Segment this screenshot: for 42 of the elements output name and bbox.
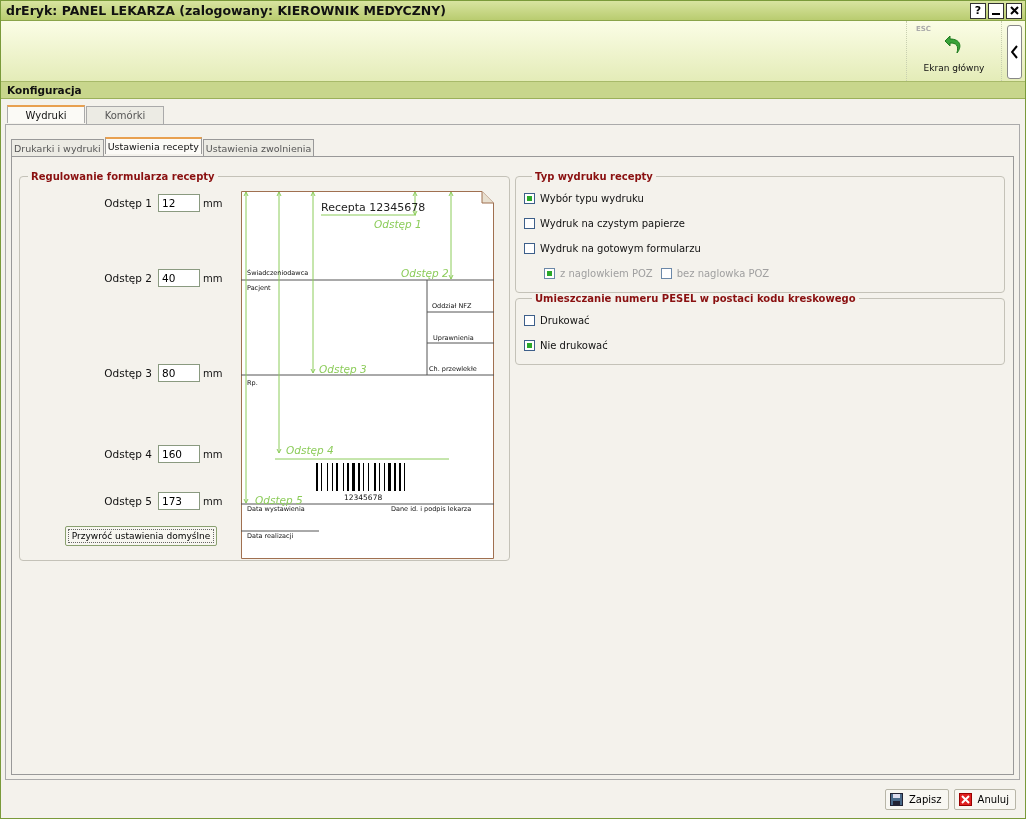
close-icon (1009, 6, 1019, 16)
cancel-button[interactable]: Anuluj (953, 788, 1016, 810)
tab[interactable]: Drukarki i wydruki (11, 139, 104, 156)
unit-label: mm (203, 367, 223, 379)
tab[interactable]: Ustawienia zwolnienia (202, 139, 315, 156)
minimize-icon (992, 12, 1000, 15)
field-label: Odstęp 5 (103, 495, 153, 507)
tab[interactable]: Wydruki (7, 105, 85, 123)
checkbox[interactable]: Nie drukować (524, 340, 608, 351)
checkbox[interactable]: Wybór typu wydruku (524, 193, 644, 204)
close-button[interactable] (1006, 2, 1022, 19)
unit-label: mm (203, 495, 223, 507)
tab[interactable]: Ustawienia recepty (104, 137, 202, 154)
unit-label: mm (203, 197, 223, 209)
input-field[interactable]: 40 (158, 269, 200, 287)
home-button[interactable]: Ekran główny (919, 32, 989, 73)
input-field[interactable]: 160 (158, 445, 200, 463)
reset-button[interactable]: Przywróć ustawienia domyślne (65, 526, 217, 546)
unit-label: mm (203, 448, 223, 460)
field-label: Odstęp 3 (103, 367, 153, 379)
input-field[interactable]: 173 (158, 492, 200, 510)
section-title: Konfiguracja (7, 83, 82, 96)
close-icon (958, 792, 972, 806)
group-title: Regulowanie formularza recepty (30, 171, 216, 182)
checkbox[interactable]: Wydruk na czystym papierze (524, 218, 685, 229)
input-field[interactable]: 80 (158, 364, 200, 382)
minimize-button[interactable] (988, 2, 1004, 19)
unit-label: mm (203, 272, 223, 284)
field-label: Odstęp 1 (103, 197, 153, 209)
window-title: drEryk: PANEL LEKARZA (zalogowany: KIEROWNIK MEDYCZNY) (6, 3, 446, 19)
checkbox[interactable]: Drukować (524, 315, 590, 326)
collapse-button[interactable] (1007, 25, 1022, 79)
chevron-left-icon (1010, 44, 1019, 59)
checkbox[interactable]: Wydruk na gotowym formularzu (524, 243, 701, 254)
help-button[interactable]: ? (970, 2, 986, 19)
field-label: Odstęp 4 (103, 448, 153, 460)
input-field[interactable]: 12 (158, 194, 200, 212)
group-title: Umieszczanie numeru PESEL w postaci kodu kreskowego (534, 293, 857, 304)
group-title: Typ wydruku recepty (534, 171, 654, 182)
save-button[interactable]: Zapisz (885, 788, 949, 810)
field-label: Odstęp 2 (103, 272, 153, 284)
tab[interactable]: Komórki (86, 106, 164, 124)
